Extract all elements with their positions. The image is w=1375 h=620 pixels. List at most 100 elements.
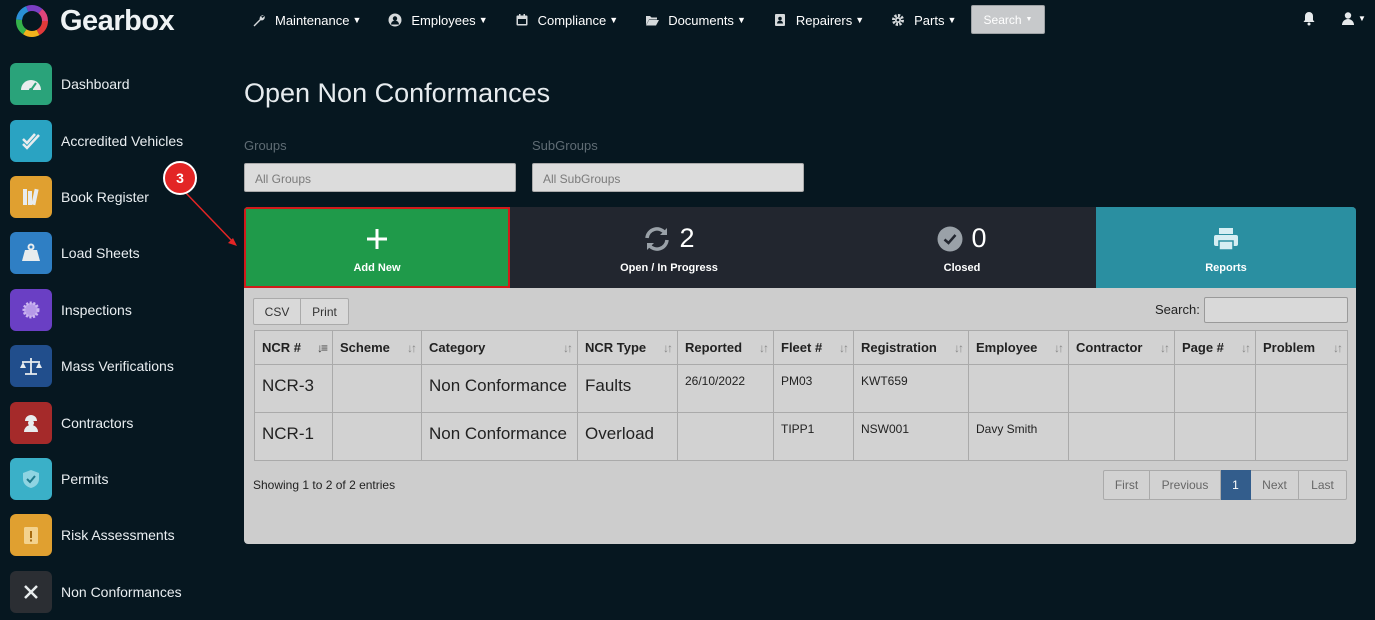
books-icon: [10, 175, 52, 218]
ncr-panel: Add New 2 Open / In Progress 0 Closed Re…: [244, 207, 1356, 544]
pagination: First Previous 1 Next Last: [1103, 470, 1347, 500]
page-1[interactable]: 1: [1221, 470, 1251, 500]
worker-icon: [10, 401, 52, 444]
closed-label: Closed: [943, 261, 981, 274]
cell-ncr-type: Overload: [577, 412, 678, 461]
page-last[interactable]: Last: [1299, 470, 1347, 500]
sidebar-item-inspections[interactable]: Inspections: [10, 282, 210, 338]
cell-employee: [968, 364, 1069, 413]
sidebar-item-load-sheets[interactable]: Load Sheets: [10, 225, 210, 281]
col-registration[interactable]: Registration ↓↑: [853, 330, 969, 365]
check-circle-icon: [937, 226, 963, 251]
cell-contractor: [1068, 412, 1175, 461]
cell-employee: Davy Smith: [968, 412, 1069, 461]
cell-registration: KWT659: [853, 364, 969, 413]
address-book-icon: [773, 13, 788, 28]
sort-icon: ↓↑: [759, 341, 769, 355]
cell-ncr-type: Faults: [577, 364, 678, 413]
reports-button[interactable]: Reports: [1096, 207, 1356, 288]
bell-icon[interactable]: [1302, 11, 1316, 31]
table-search-input[interactable]: [1204, 297, 1348, 323]
speedometer-icon: [10, 63, 52, 106]
sidebar-item-dashboard[interactable]: Dashboard: [10, 56, 210, 112]
csv-button[interactable]: CSV: [253, 298, 301, 325]
page-next[interactable]: Next: [1251, 470, 1299, 500]
add-new-button[interactable]: Add New: [244, 207, 510, 288]
groups-select[interactable]: All Groups: [244, 163, 516, 192]
gearbox-logo-icon: [16, 5, 48, 37]
top-navbar: Gearbox Maintenance ▼ Employees ▼ Complian…: [0, 0, 1375, 44]
main-menu: Maintenance ▼ Employees ▼ Compliance ▼ Docu…: [252, 0, 983, 40]
plus-icon: [367, 228, 387, 249]
ncr-table: NCR # ↓≡ Scheme ↓↑ Category ↓↑ NCR Type ↓↑ R…: [254, 330, 1348, 461]
sort-icon: ↓↑: [1160, 341, 1170, 355]
menu-parts[interactable]: Parts ▼: [891, 13, 956, 28]
table-search-label: Search:: [1155, 302, 1200, 317]
closed-count: 0: [971, 223, 987, 253]
sidebar-item-permits[interactable]: Permits: [10, 451, 210, 507]
refresh-icon: [645, 226, 670, 251]
sort-icon: ↓↑: [563, 341, 573, 355]
cell-scheme: [332, 412, 422, 461]
col-fleet[interactable]: Fleet # ↓↑: [773, 330, 854, 365]
folder-open-icon: [645, 13, 660, 28]
cell-category: Non Conformance: [421, 364, 578, 413]
calendar-icon: [515, 13, 530, 28]
col-ncr-type[interactable]: NCR Type ↓↑: [577, 330, 678, 365]
sidebar-item-mass-verifications[interactable]: Mass Verifications: [10, 338, 210, 394]
page-previous[interactable]: Previous: [1150, 470, 1221, 500]
col-ncr-number[interactable]: NCR # ↓≡: [254, 330, 333, 365]
cell-fleet: PM03: [773, 364, 854, 413]
menu-documents[interactable]: Documents ▼: [645, 13, 746, 28]
close-icon: [10, 570, 52, 613]
col-category[interactable]: Category ↓↑: [421, 330, 578, 365]
cell-ncr-number[interactable]: NCR-3: [254, 364, 333, 413]
sidebar-item-contractors[interactable]: Contractors: [10, 394, 210, 450]
subgroups-label: SubGroups: [532, 138, 598, 153]
sort-icon: ↓↑: [1333, 341, 1343, 355]
menu-repairers[interactable]: Repairers ▼: [773, 13, 864, 28]
menu-maintenance[interactable]: Maintenance ▼: [252, 13, 361, 28]
cell-ncr-number[interactable]: NCR-1: [254, 412, 333, 461]
sidebar-item-risk-assessments[interactable]: Risk Assessments: [10, 507, 210, 563]
print-button[interactable]: Print: [300, 298, 349, 325]
user-menu[interactable]: ▼: [1341, 11, 1366, 26]
sort-icon: ↓↑: [839, 341, 849, 355]
open-stat[interactable]: 2 Open / In Progress: [510, 207, 828, 288]
step-callout-badge: 3: [163, 161, 197, 195]
sort-icon: ↓↑: [954, 341, 964, 355]
cell-problem: [1255, 412, 1348, 461]
menu-employees[interactable]: Employees ▼: [388, 13, 488, 28]
cell-reported: [677, 412, 774, 461]
col-scheme[interactable]: Scheme ↓↑: [332, 330, 422, 365]
page-first[interactable]: First: [1103, 470, 1150, 500]
reports-label: Reports: [1205, 261, 1247, 274]
app-logo[interactable]: Gearbox: [14, 3, 175, 39]
col-contractor[interactable]: Contractor ↓↑: [1068, 330, 1175, 365]
col-page[interactable]: Page # ↓↑: [1174, 330, 1256, 365]
subgroups-select[interactable]: All SubGroups: [532, 163, 804, 192]
sort-icon: ↓↑: [407, 341, 417, 355]
cell-problem: [1255, 364, 1348, 413]
closed-stat[interactable]: 0 Closed: [828, 207, 1096, 288]
cell-reported: 26/10/2022: [677, 364, 774, 413]
user-icon: [1342, 12, 1354, 25]
sidebar-item-non-conformances[interactable]: Non Conformances: [10, 564, 210, 620]
col-problem[interactable]: Problem ↓↑: [1255, 330, 1348, 365]
col-reported[interactable]: Reported ↓↑: [677, 330, 774, 365]
cell-fleet: TIPP1: [773, 412, 854, 461]
cell-category: Non Conformance: [421, 412, 578, 461]
add-new-label: Add New: [353, 261, 401, 274]
sort-desc-icon: ↓≡: [316, 341, 328, 355]
gear-icon: [891, 13, 906, 28]
table-row[interactable]: NCR-3 Non Conformance Faults 26/10/2022 …: [254, 364, 1348, 413]
cell-registration: NSW001: [853, 412, 969, 461]
shield-check-icon: [10, 457, 52, 500]
col-employee[interactable]: Employee ↓↑: [968, 330, 1069, 365]
sort-icon: ↓↑: [1054, 341, 1064, 355]
menu-compliance[interactable]: Compliance ▼: [515, 13, 618, 28]
search-dropdown-button[interactable]: Search ▼: [971, 5, 1045, 34]
scales-icon: [10, 345, 52, 388]
table-row[interactable]: NCR-1 Non Conformance Overload TIPP1 NSW…: [254, 412, 1348, 461]
cell-contractor: [1068, 364, 1175, 413]
